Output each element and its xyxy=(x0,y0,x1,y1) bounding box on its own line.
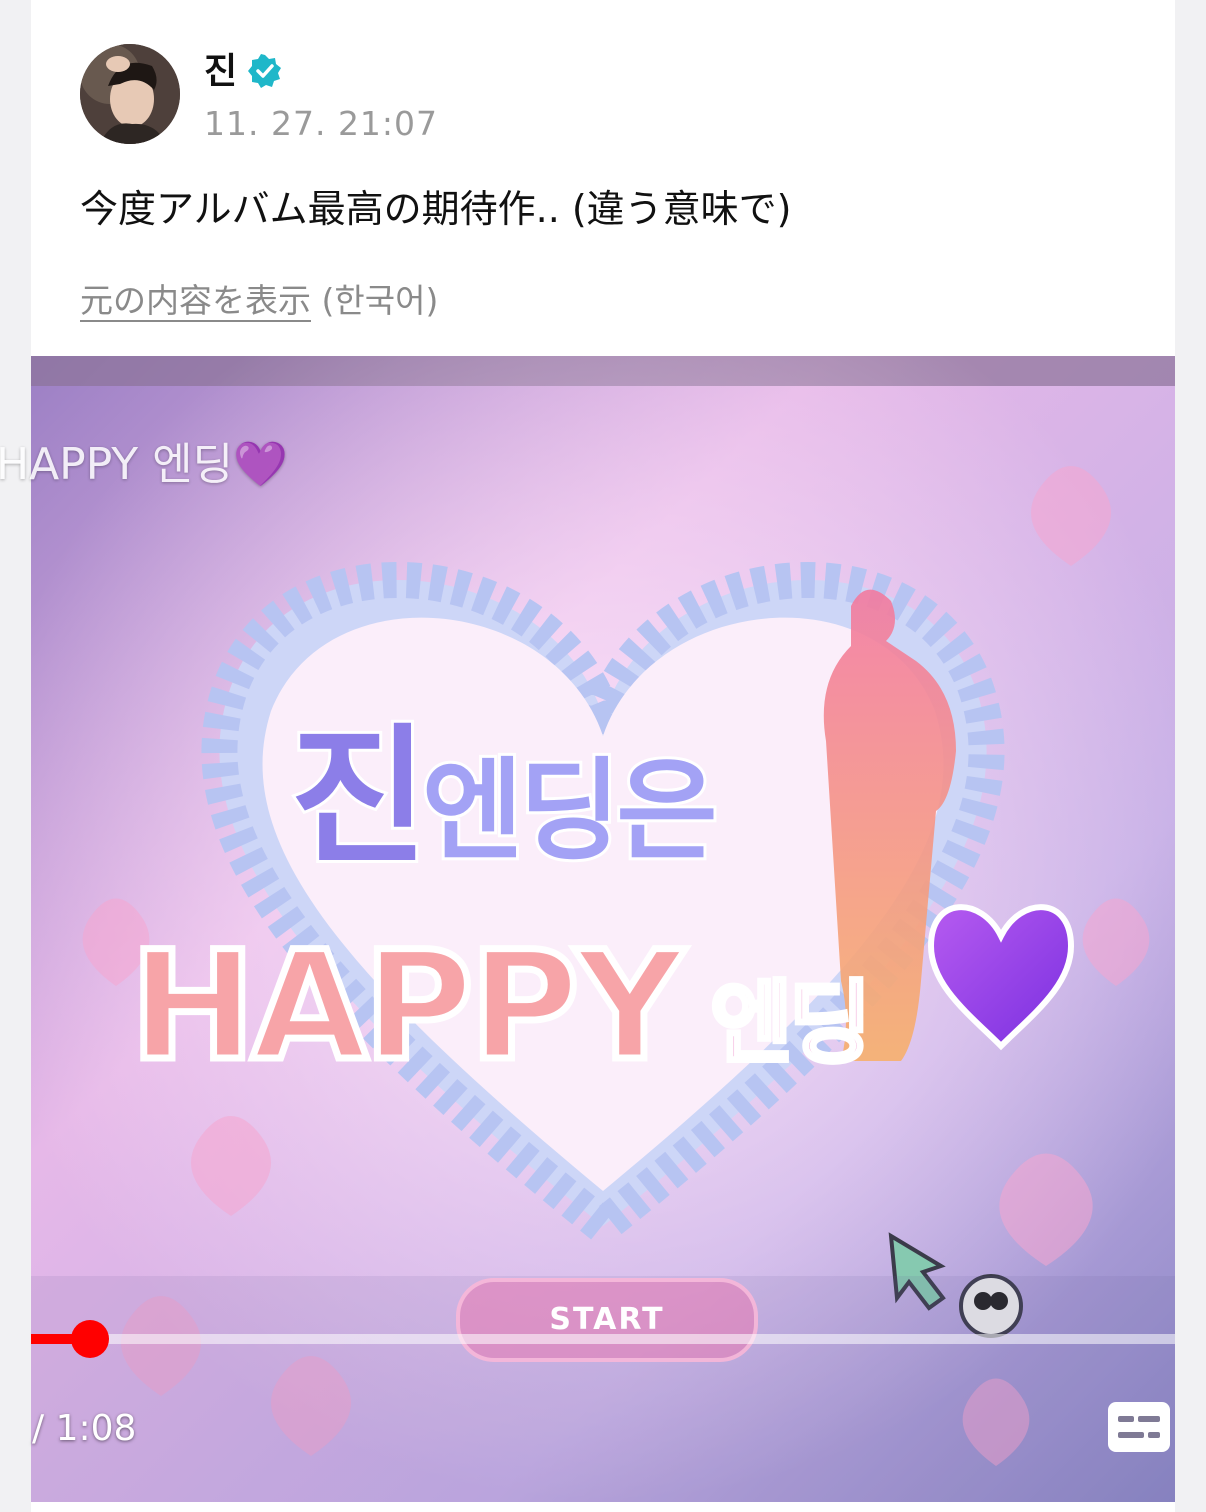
post-text: 今度アルバム最高の期待作.. (違う意味で) xyxy=(80,187,792,231)
verified-badge-icon xyxy=(248,54,281,88)
title-jin: 진 xyxy=(287,708,431,888)
video-time-display: / 1:08 xyxy=(32,1408,137,1449)
title-happy: HAPPY xyxy=(126,917,687,1098)
video-title-line1: 진엔딩은 xyxy=(287,676,721,893)
show-original-link[interactable]: 元の内容を表示 xyxy=(80,281,311,320)
video-overlay-title: HAPPY 엔딩💜 xyxy=(0,439,288,490)
author-name[interactable]: 진 xyxy=(204,42,237,94)
author-avatar[interactable] xyxy=(80,44,180,144)
video-progress-track[interactable] xyxy=(31,1334,1175,1344)
post-timestamp: 11. 27. 21:07 xyxy=(204,104,439,143)
captions-icon[interactable] xyxy=(1108,1402,1170,1452)
title-happy-ending: 엔딩 xyxy=(708,969,874,1078)
translate-row: 元の内容を表示 (한국어) xyxy=(80,274,438,322)
original-language-label: (한국어) xyxy=(321,281,439,320)
start-button[interactable]: START xyxy=(456,1278,758,1362)
title-ending-eun: 엔딩은 xyxy=(419,744,721,878)
